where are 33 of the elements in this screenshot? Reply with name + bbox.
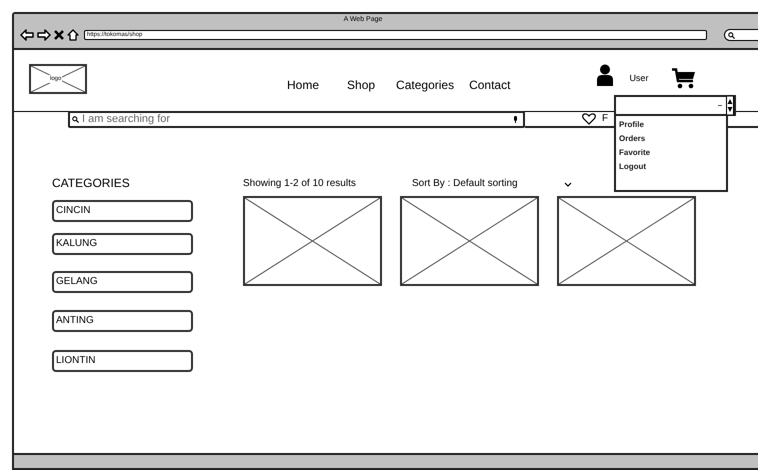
close-icon[interactable]	[54, 30, 64, 40]
cart-icon[interactable]	[672, 68, 696, 89]
category-button[interactable]: CINCIN	[52, 200, 193, 222]
forward-arrow-icon[interactable]	[37, 29, 51, 41]
search-icon	[728, 32, 735, 38]
user-select[interactable]	[614, 95, 736, 116]
nav-link[interactable]: Home	[287, 77, 320, 93]
menu-item[interactable]: Orders	[619, 132, 726, 146]
heart-icon[interactable]	[582, 113, 596, 125]
category-button[interactable]: KALUNG	[52, 233, 193, 255]
search-field[interactable]: I am searching for	[68, 111, 525, 128]
category-button[interactable]: ANTING	[52, 310, 193, 332]
browser-search-field[interactable]	[724, 29, 758, 41]
home-icon[interactable]	[67, 29, 79, 41]
category-button[interactable]: GELANG	[52, 271, 193, 293]
results-summary: Showing 1-2 of 10 results	[243, 178, 357, 190]
spinner-icon[interactable]	[726, 96, 734, 115]
categories-heading: CATEGORIES	[52, 176, 131, 190]
menu-item[interactable]: Favorite	[619, 146, 726, 160]
microphone-icon	[514, 116, 517, 123]
category-button[interactable]: LIONTIN	[52, 350, 193, 372]
user-icon[interactable]	[597, 64, 614, 86]
user-label[interactable]: User	[629, 73, 648, 83]
menu-item[interactable]: Logout	[619, 160, 726, 174]
nav-link[interactable]: Categories	[396, 77, 454, 93]
nav-link[interactable]: Shop	[347, 77, 376, 93]
menu-item[interactable]: Profile	[619, 118, 726, 132]
favorite-label[interactable]: F	[602, 113, 608, 125]
nav-link[interactable]: Contact	[469, 77, 510, 93]
search-icon	[72, 116, 79, 123]
sort-dropdown[interactable]: Sort By : Default sorting	[412, 178, 564, 190]
chevron-down-icon[interactable]	[564, 182, 572, 186]
back-arrow-icon[interactable]	[20, 29, 34, 41]
